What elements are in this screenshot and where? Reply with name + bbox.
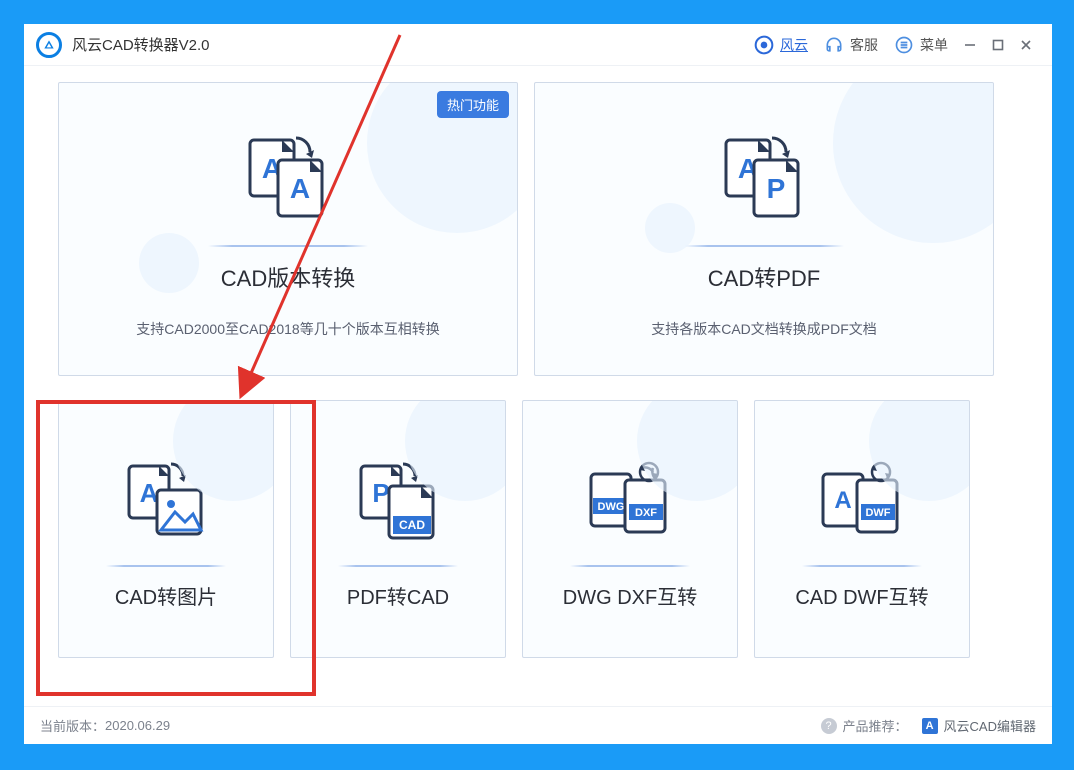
cards-row-1: 热门功能 A A CAD版本转换 支持CAD2000至CAD201	[58, 82, 1018, 376]
divider	[338, 565, 458, 567]
menu-icon	[894, 35, 914, 55]
card-pdf-to-cad[interactable]: P CAD PDF转CAD	[290, 400, 506, 658]
menu-label: 菜单	[920, 35, 948, 55]
cad-dwf-icon: A DWF	[802, 457, 922, 547]
headset-icon	[824, 35, 844, 55]
cad-to-image-icon: A	[106, 457, 226, 547]
divider	[802, 565, 922, 567]
card-title: CAD转图片	[115, 581, 217, 610]
maximize-button[interactable]	[984, 31, 1012, 59]
minimize-button[interactable]	[956, 31, 984, 59]
svg-text:DXF: DXF	[635, 507, 657, 519]
card-cad-dwf[interactable]: A DWF CAD DWF互转	[754, 400, 970, 658]
hot-badge: 热门功能	[437, 91, 509, 118]
support-label: 客服	[850, 35, 878, 55]
cards-row-2: A CAD转图片	[58, 400, 1018, 658]
footer: 当前版本： 2020.06.29 ? 产品推荐： A 风云CAD编辑器	[24, 706, 1052, 744]
divider	[208, 245, 368, 247]
card-title: CAD DWF互转	[795, 581, 928, 610]
svg-text:A: A	[834, 487, 851, 514]
card-dwg-dxf[interactable]: DWG DXF DWG DXF互转	[522, 400, 738, 658]
app-window: 风云CAD转换器V2.0 风云 客服 菜单	[24, 24, 1052, 744]
recommend-link[interactable]: A 风云CAD编辑器	[922, 716, 1036, 735]
card-title: CAD转PDF	[708, 261, 820, 293]
version-convert-icon: A A	[228, 127, 348, 227]
titlebar: 风云CAD转换器V2.0 风云 客服 菜单	[24, 24, 1052, 66]
version-value: 2020.06.29	[105, 718, 170, 733]
svg-text:CAD: CAD	[399, 518, 425, 532]
recommend-label: 产品推荐：	[843, 716, 908, 735]
card-cad-version[interactable]: 热门功能 A A CAD版本转换 支持CAD2000至CAD201	[58, 82, 518, 376]
divider	[570, 565, 690, 567]
card-title: PDF转CAD	[347, 581, 449, 610]
card-subtitle: 支持各版本CAD文档转换成PDF文档	[651, 319, 877, 339]
pdf-to-cad-icon: P CAD	[338, 457, 458, 547]
svg-text:DWG: DWG	[598, 501, 625, 513]
card-title: CAD版本转换	[221, 261, 355, 293]
app-logo-icon	[36, 32, 62, 58]
card-subtitle: 支持CAD2000至CAD2018等几十个版本互相转换	[136, 319, 439, 339]
svg-text:DWF: DWF	[865, 507, 890, 519]
dwg-dxf-icon: DWG DXF	[570, 457, 690, 547]
svg-text:A: A	[290, 173, 310, 204]
card-cad-to-image[interactable]: A CAD转图片	[58, 400, 274, 658]
menu-button[interactable]: 菜单	[886, 31, 956, 59]
divider	[106, 565, 226, 567]
svg-text:P: P	[372, 478, 389, 508]
app-title: 风云CAD转换器V2.0	[72, 34, 210, 55]
svg-text:P: P	[767, 173, 786, 204]
card-cad-to-pdf[interactable]: A P CAD转PDF 支持各版本CAD文档转换成PDF文档	[534, 82, 994, 376]
brand-button[interactable]: 风云	[746, 31, 816, 59]
version-label: 当前版本：	[40, 716, 105, 735]
hint-icon: ?	[821, 718, 837, 734]
recommend-text: 风云CAD编辑器	[944, 716, 1036, 735]
cad-to-pdf-icon: A P	[704, 127, 824, 227]
divider	[684, 245, 844, 247]
support-button[interactable]: 客服	[816, 31, 886, 59]
content-area: 热门功能 A A CAD版本转换 支持CAD2000至CAD201	[24, 66, 1052, 706]
close-button[interactable]	[1012, 31, 1040, 59]
recommend-icon: A	[922, 718, 938, 734]
brand-icon	[754, 35, 774, 55]
card-title: DWG DXF互转	[563, 581, 697, 610]
brand-label: 风云	[780, 35, 808, 55]
